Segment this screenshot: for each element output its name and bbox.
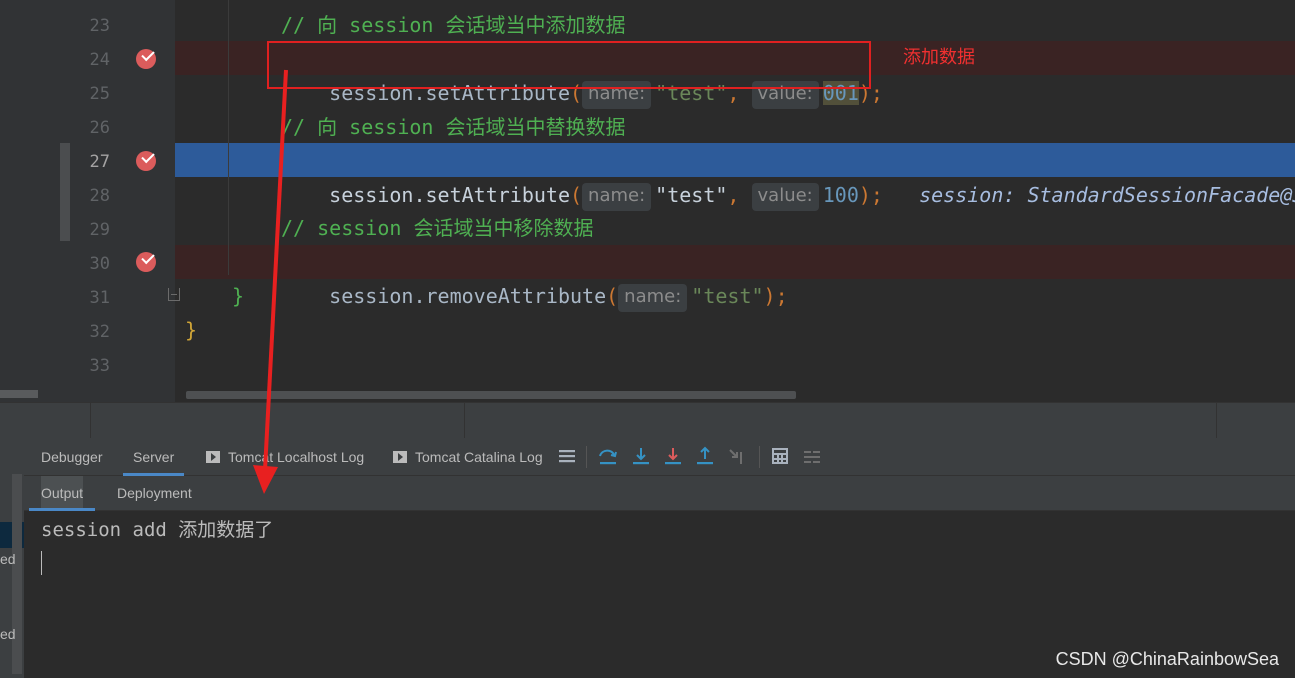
code-comment: // 向 session 会话域当中添加数据	[281, 13, 626, 37]
divider-separator	[90, 403, 91, 439]
watermark: CSDN @ChinaRainbowSea	[1055, 649, 1279, 669]
code-string: "test"	[691, 284, 764, 308]
code-comma: ,	[727, 183, 752, 207]
code-line-30: session.removeAttribute(name: "test");	[281, 245, 788, 312]
text-caret	[41, 551, 42, 575]
toolbar-separator	[759, 446, 760, 468]
line-number-current: 27	[89, 152, 110, 172]
toolbar-separator	[586, 446, 587, 468]
inline-debug-value: session: StandardSessionFacade@3102	[919, 183, 1295, 207]
line-number: 28	[89, 186, 110, 206]
line-number: 23	[89, 16, 110, 36]
subtab-deployment[interactable]: Deployment	[117, 476, 192, 511]
annotation-label: 添加数据	[903, 47, 975, 68]
code-paren: )	[858, 183, 871, 207]
threads-icon[interactable]	[555, 444, 579, 468]
editor-horizontal-scrollbar[interactable]	[186, 391, 796, 399]
code-call: session.setAttribute	[329, 183, 570, 207]
tree-item-label[interactable]: ed	[0, 551, 16, 567]
code-semicolon: ;	[870, 183, 920, 207]
project-scrollbar[interactable]	[0, 390, 38, 398]
trace-icon[interactable]	[800, 444, 824, 468]
force-step-into-icon[interactable]	[661, 444, 685, 468]
breakpoint-icon[interactable]	[136, 49, 156, 69]
divider-separator	[464, 403, 465, 439]
breakpoint-icon[interactable]	[136, 252, 156, 272]
tab-server[interactable]: Server	[122, 438, 185, 476]
line-number: 31	[89, 288, 110, 308]
code-number: 100	[822, 183, 859, 207]
code-editor[interactable]: 23 24 25 26 27 28 29 30 31 32 33 // 向 se…	[0, 0, 1295, 402]
code-comment: // 向 session 会话域当中替换数据	[281, 115, 626, 139]
tab-debugger[interactable]: Debugger	[41, 438, 103, 476]
code-brace: }	[185, 318, 198, 342]
services-tabbar: Debugger Server Tomcat Localhost Log Tom…	[24, 438, 1295, 476]
step-out-icon[interactable]	[693, 444, 717, 468]
breakpoint-icon[interactable]	[136, 151, 156, 171]
current-line-marker	[60, 143, 70, 241]
tab-label: Tomcat Localhost Log	[228, 449, 365, 465]
log-icon	[206, 451, 220, 463]
code-semicolon: ;	[775, 284, 788, 308]
evaluate-icon[interactable]	[768, 444, 792, 468]
services-tree-scrollbar[interactable]	[12, 474, 22, 674]
code-semicolon: ;	[870, 81, 883, 105]
divider-separator	[1216, 403, 1217, 439]
line-number: 32	[89, 322, 110, 342]
code-call: session.removeAttribute	[329, 284, 607, 308]
param-hint: value:	[751, 183, 819, 211]
code-string: "test"	[655, 183, 728, 207]
step-over-icon[interactable]	[596, 444, 620, 468]
code-line-27: session.setAttribute(name: "test", value:…	[281, 144, 1295, 211]
line-number: 24	[89, 50, 110, 70]
indent-guide	[228, 0, 229, 275]
step-into-icon[interactable]	[629, 444, 653, 468]
tree-item-label[interactable]: ed	[0, 626, 16, 642]
tab-tomcat-catalina-log[interactable]: Tomcat Catalina Log	[393, 438, 543, 476]
run-to-cursor-icon[interactable]	[725, 444, 749, 468]
tab-tomcat-localhost-log[interactable]: Tomcat Localhost Log	[206, 438, 364, 476]
code-comment: // session 会话域当中移除数据	[281, 216, 594, 240]
console-output-line: session add 添加数据了	[41, 519, 274, 541]
param-hint: name:	[618, 284, 688, 312]
code-brace: }	[232, 284, 245, 308]
line-number: 26	[89, 118, 110, 138]
code-paren: )	[763, 284, 776, 308]
line-number: 30	[89, 254, 110, 274]
annotation-box	[267, 41, 871, 89]
subtab-output[interactable]: Output	[28, 476, 96, 511]
panel-divider[interactable]	[0, 402, 1295, 439]
code-paren: (	[606, 284, 619, 308]
line-number: 33	[89, 356, 110, 376]
tab-label: Tomcat Catalina Log	[415, 449, 543, 465]
line-number: 25	[89, 84, 110, 104]
line-number: 29	[89, 220, 110, 240]
fold-icon[interactable]	[168, 288, 180, 301]
server-subtabbar: Output Deployment	[24, 476, 1295, 511]
log-icon	[393, 451, 407, 463]
param-hint: name:	[582, 183, 652, 211]
code-paren: (	[570, 183, 583, 207]
